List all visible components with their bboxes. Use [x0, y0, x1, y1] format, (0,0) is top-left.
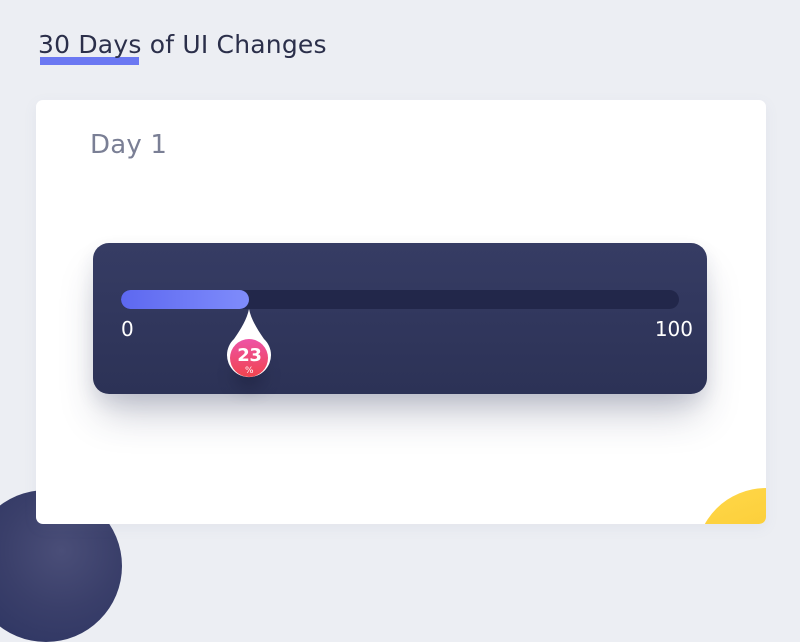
slider-fill	[121, 290, 250, 309]
slider-min-label: 0	[121, 317, 134, 341]
slider-panel: 0 100 23 %	[93, 243, 707, 394]
slider-track[interactable]	[121, 290, 679, 309]
day-label: Day 1	[90, 130, 168, 160]
page-title: 30 Days of UI Changes	[38, 30, 327, 59]
slider-value: 23	[237, 345, 262, 366]
slider-thumb[interactable]: 23 %	[226, 309, 272, 389]
slider-max-label: 100	[654, 317, 693, 341]
decorative-yellow-circle	[696, 488, 766, 524]
slider-value-unit: %	[245, 366, 254, 376]
day-card: Day 1 0 100 23 %	[36, 100, 766, 524]
